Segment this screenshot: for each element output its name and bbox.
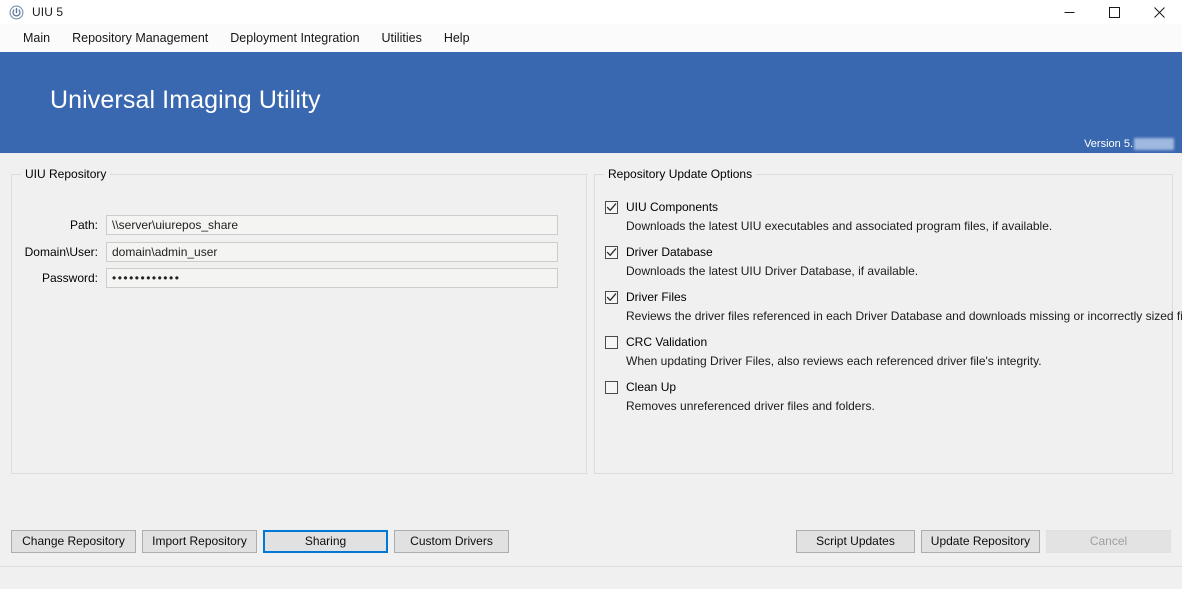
checkbox-clean-up[interactable]: [605, 380, 618, 394]
checkbox-driver-files[interactable]: [605, 290, 618, 304]
close-icon[interactable]: [1137, 0, 1182, 24]
option-uiu-components-head[interactable]: UIU Components: [605, 199, 1157, 215]
window-title: UIU 5: [32, 4, 64, 19]
custom-drivers-button[interactable]: Custom Drivers: [394, 530, 509, 553]
menu-item-repository-management[interactable]: Repository Management: [61, 26, 219, 50]
menu-item-utilities[interactable]: Utilities: [371, 26, 433, 50]
domain-user-label: Domain\User:: [24, 245, 98, 259]
checkbox-uiu-components[interactable]: [605, 200, 618, 214]
option-uiu-components: UIU Components Downloads the latest UIU …: [605, 199, 1157, 234]
page-title: Universal Imaging Utility: [50, 86, 321, 114]
password-input[interactable]: [106, 268, 558, 288]
application-window: UIU 5 Main Repository Management Deploym…: [0, 0, 1182, 589]
status-bar: [0, 566, 1182, 589]
password-label: Password:: [41, 271, 98, 285]
option-crc-validation-description: When updating Driver Files, also reviews…: [626, 354, 1042, 368]
sharing-button[interactable]: Sharing: [263, 530, 388, 553]
option-clean-up-label: Clean Up: [626, 380, 677, 394]
option-crc-validation-head[interactable]: CRC Validation: [605, 334, 1157, 350]
uiu-repository-group: UIU Repository Path: Domain\User: Passwo…: [11, 167, 587, 474]
option-crc-validation-label: CRC Validation: [626, 335, 708, 349]
option-driver-files: Driver Files Reviews the driver files re…: [605, 289, 1182, 324]
checkbox-crc-validation[interactable]: [605, 335, 618, 349]
main-content: UIU Repository Path: Domain\User: Passwo…: [0, 153, 1182, 566]
menu-item-deployment-integration[interactable]: Deployment Integration: [219, 26, 370, 50]
option-driver-database-description: Downloads the latest UIU Driver Database…: [626, 264, 919, 278]
option-clean-up-head[interactable]: Clean Up: [605, 379, 1157, 395]
path-label: Path:: [69, 218, 98, 232]
password-row: Password:: [12, 268, 558, 288]
version-info: Version 5.: [1084, 138, 1174, 150]
option-driver-database-head[interactable]: Driver Database: [605, 244, 1157, 260]
change-repository-button[interactable]: Change Repository: [11, 530, 136, 553]
option-driver-database: Driver Database Downloads the latest UIU…: [605, 244, 1157, 279]
path-row: Path:: [12, 215, 558, 235]
import-repository-button[interactable]: Import Repository: [142, 530, 257, 553]
title-bar-left: UIU 5: [0, 0, 1047, 24]
title-bar: UIU 5: [0, 0, 1182, 24]
option-driver-database-label: Driver Database: [626, 245, 713, 259]
update-repository-button[interactable]: Update Repository: [921, 530, 1040, 553]
option-uiu-components-description: Downloads the latest UIU executables and…: [626, 219, 1053, 233]
cancel-button: Cancel: [1046, 530, 1171, 553]
option-crc-validation: CRC Validation When updating Driver File…: [605, 334, 1157, 369]
header-banner: Universal Imaging Utility Version 5.: [0, 52, 1182, 153]
repository-update-options-group: Repository Update Options UIU Components…: [594, 167, 1182, 474]
option-uiu-components-label: UIU Components: [626, 200, 719, 214]
option-driver-files-description: Reviews the driver files referenced in e…: [626, 309, 1182, 323]
option-clean-up-description: Removes unreferenced driver files and fo…: [626, 399, 875, 413]
menu-item-main[interactable]: Main: [12, 26, 61, 50]
maximize-icon[interactable]: [1092, 0, 1137, 24]
script-updates-button[interactable]: Script Updates: [796, 530, 915, 553]
version-label: Version 5.: [1084, 138, 1133, 150]
option-driver-files-head[interactable]: Driver Files: [605, 289, 1157, 305]
repository-update-options-group-title: Repository Update Options: [604, 167, 757, 181]
domain-user-row: Domain\User:: [12, 242, 558, 262]
window-controls: [1047, 0, 1182, 24]
option-driver-files-label: Driver Files: [626, 290, 687, 304]
power-circle-icon: [9, 5, 24, 20]
uiu-repository-group-title: UIU Repository: [21, 167, 111, 181]
checkbox-driver-database[interactable]: [605, 245, 618, 259]
menu-item-help[interactable]: Help: [433, 26, 481, 50]
domain-user-input[interactable]: [106, 242, 558, 262]
path-input[interactable]: [106, 215, 558, 235]
version-redacted-block: [1134, 138, 1174, 150]
menu-bar: Main Repository Management Deployment In…: [0, 24, 1182, 52]
minimize-icon[interactable]: [1047, 0, 1092, 24]
option-clean-up: Clean Up Removes unreferenced driver fil…: [605, 379, 1157, 414]
